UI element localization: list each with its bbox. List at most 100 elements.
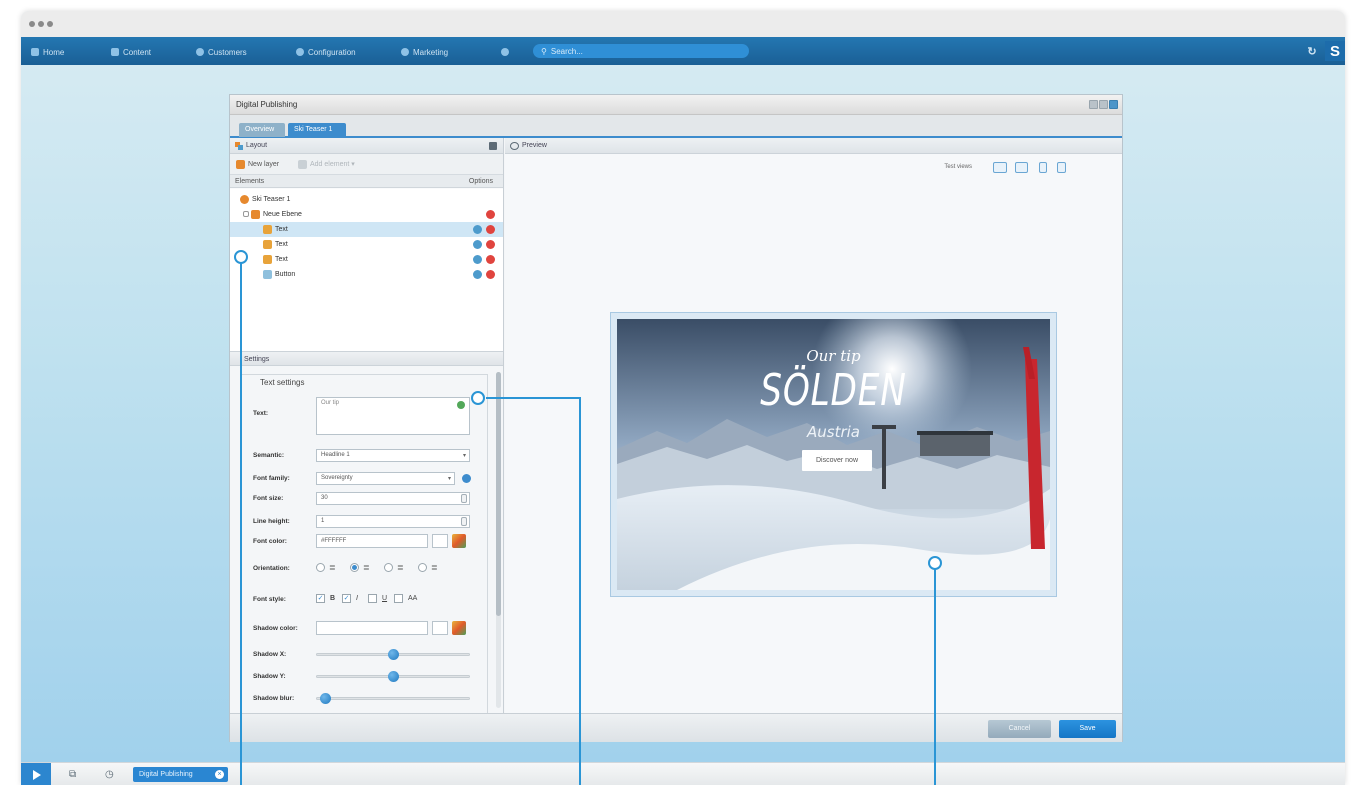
shadow-color-swatch[interactable]	[432, 621, 448, 635]
windows-icon[interactable]: ⧉	[69, 769, 80, 780]
minimize-icon[interactable]	[1089, 100, 1098, 109]
delete-icon[interactable]	[486, 270, 495, 279]
bold-checkbox[interactable]: ✓	[316, 594, 325, 603]
orientation-justify-radio[interactable]	[418, 563, 427, 572]
orientation-left-radio[interactable]	[316, 563, 325, 572]
task-digital-publishing[interactable]: Digital Publishing ×	[133, 767, 228, 782]
nav-customers[interactable]: Customers	[196, 46, 247, 58]
tablet-landscape-icon[interactable]	[1015, 162, 1028, 173]
nav-marketing[interactable]: Marketing	[401, 46, 448, 58]
layout-panel-title: Layout	[246, 142, 268, 149]
tablet-portrait-icon[interactable]	[1057, 162, 1066, 173]
info-icon[interactable]	[462, 474, 471, 483]
search-input[interactable]: ⚲ Search...	[533, 44, 749, 58]
orientation-center-radio[interactable]	[350, 563, 359, 572]
orientation-right-radio[interactable]	[384, 563, 393, 572]
color-picker-icon[interactable]	[452, 621, 466, 635]
window-dot-icon[interactable]	[38, 21, 44, 27]
edit-icon[interactable]	[473, 240, 482, 249]
main-nav: Home Content Customers Configuration Mar…	[21, 37, 1345, 65]
edit-text-icon[interactable]	[457, 401, 465, 409]
teaser-preview[interactable]: Our tip SÖLDEN Austria Discover now	[610, 312, 1057, 597]
save-button[interactable]: Save	[1059, 720, 1116, 738]
preview-pane: Preview Test views Our tip SÖLDEN Austri…	[505, 138, 1122, 713]
delete-icon[interactable]	[486, 255, 495, 264]
tree-item-root[interactable]: Ski Teaser 1	[230, 192, 503, 207]
cancel-button[interactable]: Cancel	[988, 720, 1051, 738]
underline-label: U	[382, 595, 388, 602]
start-button[interactable]	[21, 763, 51, 785]
left-pane: Layout New layer Add element ▾ Elements …	[230, 138, 504, 714]
tab-overview[interactable]: Overview	[239, 123, 285, 137]
nav-home[interactable]: Home	[31, 46, 64, 58]
clock-icon[interactable]: ◷	[105, 769, 116, 780]
scrollbar-thumb[interactable]	[496, 372, 501, 616]
window-dot-icon[interactable]	[47, 21, 53, 27]
refresh-icon[interactable]: ↻	[1305, 44, 1319, 58]
text-input[interactable]: Our tip	[316, 397, 470, 435]
desktop-icon[interactable]	[993, 162, 1007, 173]
tree-item-text[interactable]: Text	[230, 237, 503, 252]
settings-panel: Text settings Text: Our tip Semantic: He…	[230, 366, 503, 714]
new-layer-button[interactable]: New layer	[234, 158, 283, 171]
maximize-icon[interactable]	[1099, 100, 1108, 109]
tree-item-text[interactable]: Text	[230, 252, 503, 267]
preview-panel-header: Preview	[505, 138, 1122, 154]
delete-icon[interactable]	[486, 240, 495, 249]
window-dot-icon[interactable]	[29, 21, 35, 27]
font-family-select[interactable]: Sovereignty ▾	[316, 472, 455, 485]
edit-icon[interactable]	[473, 255, 482, 264]
callout-line	[934, 568, 936, 785]
stepper-icon[interactable]	[461, 517, 467, 526]
digital-publishing-window: Digital Publishing Overview Ski Teaser 1…	[229, 94, 1123, 742]
layer-icon	[251, 210, 260, 219]
font-color-input[interactable]: #FFFFFF	[316, 534, 428, 548]
color-picker-icon[interactable]	[452, 534, 466, 548]
discover-now-button[interactable]: Discover now	[802, 450, 872, 471]
app-frame: Home Content Customers Configuration Mar…	[21, 11, 1345, 785]
nav-content[interactable]: Content	[111, 46, 151, 58]
close-icon[interactable]: ×	[215, 770, 224, 779]
phone-icon[interactable]	[1039, 162, 1047, 173]
shadow-x-slider[interactable]	[316, 649, 470, 660]
close-icon[interactable]	[1109, 100, 1118, 109]
underline-checkbox[interactable]	[368, 594, 377, 603]
text-icon	[263, 225, 272, 234]
shadow-color-input[interactable]	[316, 621, 428, 635]
line-height-stepper[interactable]: 1	[316, 515, 470, 528]
home-icon	[31, 48, 39, 56]
slider-handle[interactable]	[320, 693, 331, 704]
tab-ski-teaser[interactable]: Ski Teaser 1	[288, 123, 346, 137]
font-size-stepper[interactable]: 30	[316, 492, 470, 505]
slider-handle[interactable]	[388, 671, 399, 682]
nav-configuration[interactable]: Configuration	[296, 46, 356, 58]
line-height-label: Line height:	[253, 518, 290, 525]
edit-icon[interactable]	[473, 270, 482, 279]
italic-checkbox[interactable]: ✓	[342, 594, 351, 603]
shadow-y-slider[interactable]	[316, 671, 470, 682]
settings-scrollbar[interactable]	[496, 372, 501, 708]
collapse-icon[interactable]	[489, 142, 497, 150]
callout-marker	[234, 250, 248, 264]
slider-handle[interactable]	[388, 649, 399, 660]
expand-icon[interactable]	[243, 211, 249, 217]
caps-checkbox[interactable]	[394, 594, 403, 603]
tree-item-layer[interactable]: Neue Ebene	[230, 207, 503, 222]
chevron-down-icon: ▾	[447, 476, 451, 482]
semantic-label: Semantic:	[253, 452, 285, 459]
font-color-swatch[interactable]	[432, 534, 448, 548]
tree-item-button[interactable]: Button	[230, 267, 503, 282]
edit-icon[interactable]	[473, 225, 482, 234]
shadow-x-label: Shadow X:	[253, 651, 287, 658]
nav-help[interactable]	[501, 46, 509, 58]
delete-icon[interactable]	[486, 225, 495, 234]
tree-item-label: Button	[275, 271, 296, 278]
shadow-blur-slider[interactable]	[316, 693, 470, 704]
semantic-select[interactable]: Headline 1 ▾	[316, 449, 470, 462]
delete-icon[interactable]	[486, 210, 495, 219]
add-element-button[interactable]: Add element ▾	[296, 158, 359, 171]
tree-item-text[interactable]: Text	[230, 222, 503, 237]
stepper-icon[interactable]	[461, 494, 467, 503]
customers-icon	[196, 48, 204, 56]
layout-panel-header: Layout	[230, 138, 503, 154]
